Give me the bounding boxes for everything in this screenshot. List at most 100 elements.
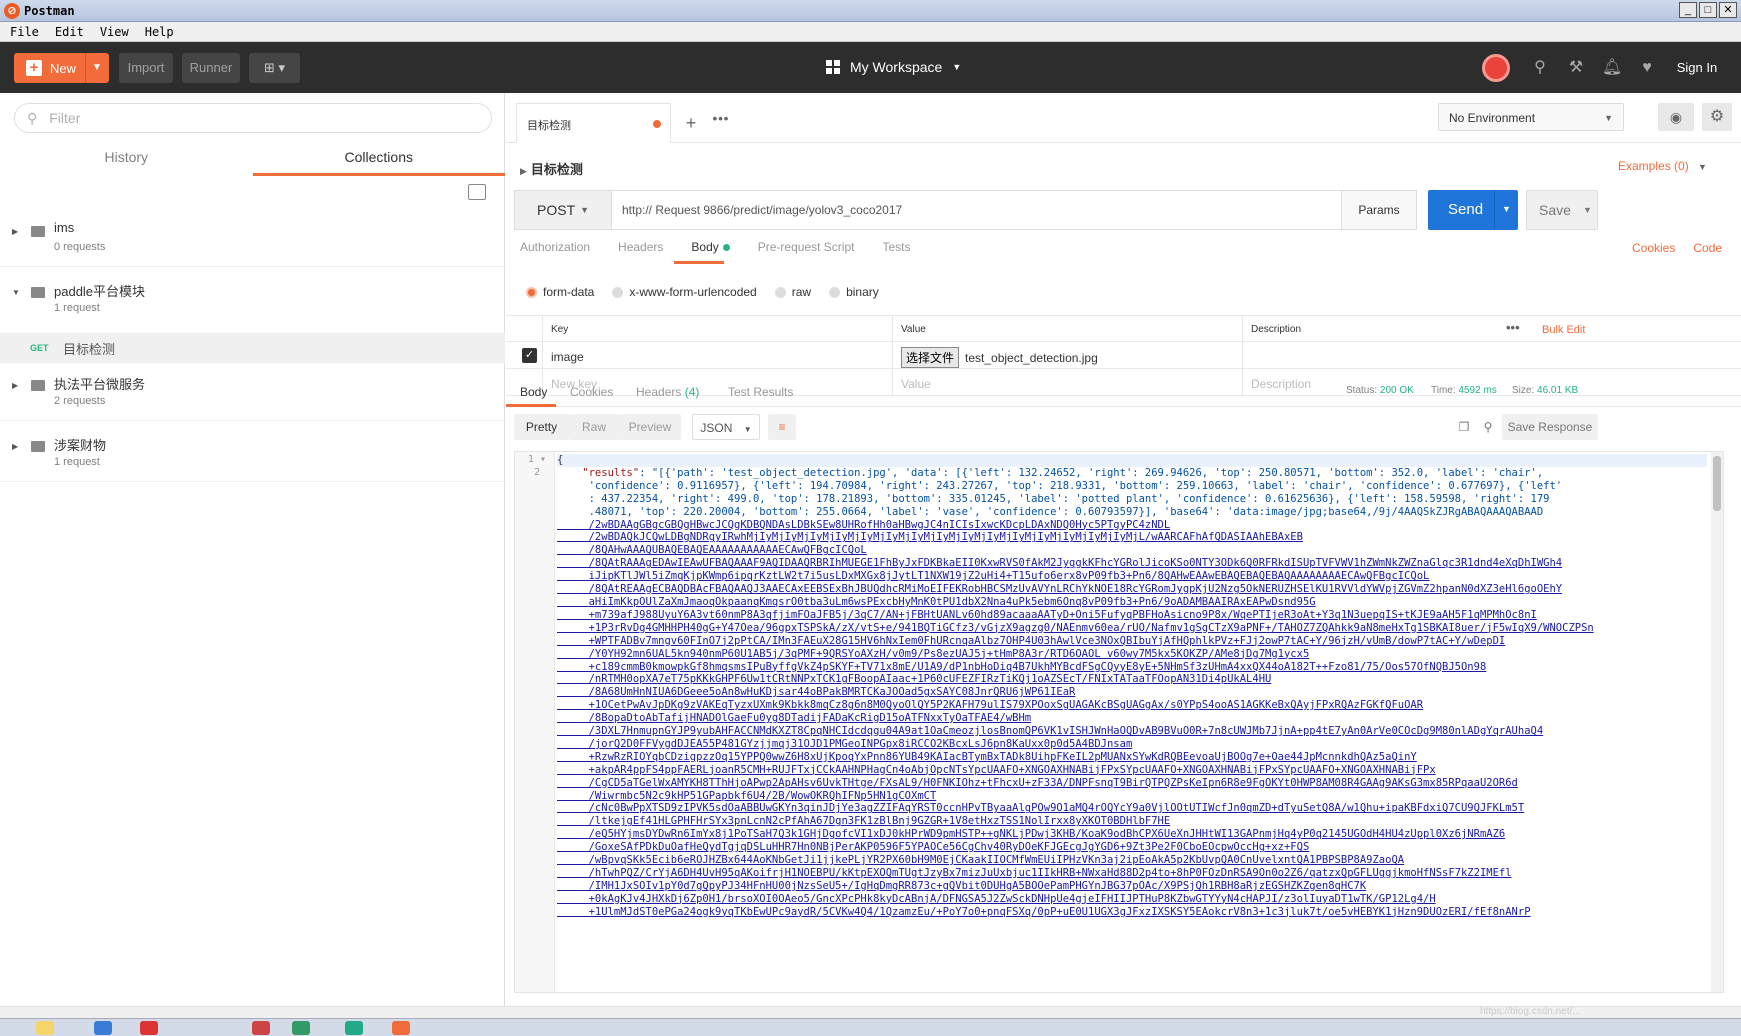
tab-test-results[interactable]: Test Results [728, 385, 793, 399]
more-options-icon[interactable]: ••• [1506, 320, 1520, 335]
chevron-down-icon[interactable]: ▼ [1583, 205, 1592, 215]
new-collection-icon[interactable] [468, 184, 486, 200]
response-json-viewer[interactable]: 1 ▾ 2 { "results": "[{'path': 'test_obje… [514, 451, 1724, 993]
headers-count: (4) [684, 385, 700, 399]
satellite-icon[interactable]: ⚲ [1529, 57, 1551, 79]
bulk-edit-link[interactable]: Bulk Edit [1542, 324, 1585, 336]
app-taskbar-icon[interactable] [292, 1021, 310, 1035]
tab-collections[interactable]: Collections [252, 138, 505, 176]
radio-raw[interactable]: raw [774, 285, 811, 299]
tab-pre-request-script[interactable]: Pre-request Script [758, 240, 855, 254]
radio-form-data[interactable]: form-data [526, 285, 594, 299]
menu-file[interactable]: File [10, 25, 39, 39]
response-code: { "results": "[{'path': 'test_object_det… [557, 454, 1707, 919]
search-icon[interactable]: ⚲ [1478, 414, 1498, 440]
sync-status-icon[interactable] [1482, 54, 1510, 82]
save-response-button[interactable]: Save Response [1502, 414, 1598, 440]
tab-headers[interactable]: Headers [618, 240, 663, 254]
tab-authorization[interactable]: Authorization [520, 240, 590, 254]
copy-icon[interactable]: ❐ [1454, 414, 1474, 440]
cookies-link[interactable]: Cookies [1632, 241, 1675, 255]
wrench-icon[interactable]: ⚒ [1565, 57, 1587, 79]
wrap-lines-icon[interactable]: ≡ [768, 414, 796, 440]
tab-history[interactable]: History [0, 138, 253, 176]
tab-response-body[interactable]: Body [520, 385, 547, 399]
tab-body[interactable]: Body [691, 240, 730, 254]
collection-item[interactable]: ▶ ims 0 requests [0, 209, 505, 267]
tab-response-cookies[interactable]: Cookies [570, 385, 613, 399]
request-title[interactable]: ▶ 目标检测 [520, 159, 583, 178]
format-select[interactable]: JSON ▼ [692, 414, 760, 440]
import-button[interactable]: Import [119, 53, 173, 83]
code-line: iJipKTlJWl5iZmqKjpKWmp6ipqrKztLW2t7i5usL… [557, 570, 1430, 583]
environment-quick-look-button[interactable]: ◉ [1658, 103, 1694, 131]
runner-button[interactable]: Runner [182, 53, 240, 83]
radio-urlencoded[interactable]: x-www-form-urlencoded [612, 285, 757, 299]
filter-input[interactable]: ⚲ Filter [14, 103, 492, 133]
menu-edit[interactable]: Edit [55, 25, 84, 39]
workspace-name: My Workspace [850, 59, 943, 75]
tab-response-headers[interactable]: Headers (4) [636, 385, 699, 399]
url-input[interactable]: http:// Request 9866/predict/image/yolov… [612, 190, 1342, 230]
param-key[interactable]: image [542, 342, 892, 369]
tab-tests[interactable]: Tests [882, 240, 910, 254]
vertical-scrollbar[interactable] [1711, 452, 1723, 992]
preview-button[interactable]: Preview [619, 414, 681, 440]
expand-arrow-icon[interactable]: ▶ [12, 442, 18, 451]
caret-down-icon[interactable]: ▼ [92, 62, 102, 73]
param-description[interactable] [1242, 342, 1741, 369]
expand-arrow-icon[interactable]: ▶ [12, 381, 18, 390]
workspace-selector[interactable]: My Workspace ▼ [826, 59, 961, 75]
scrollbar-thumb[interactable] [1713, 456, 1721, 511]
environment-settings-button[interactable]: ⚙ [1702, 103, 1732, 131]
column-value: Value [892, 316, 1242, 343]
sign-in-button[interactable]: Sign In [1653, 53, 1741, 83]
tab-body-label: Body [691, 240, 719, 254]
bell-icon[interactable]: 🔔︎ [1601, 57, 1623, 79]
collapse-arrow-icon[interactable]: ▼ [12, 288, 20, 297]
minimize-button[interactable]: _ [1679, 2, 1697, 18]
checkbox-icon[interactable]: ✓ [522, 348, 537, 363]
params-button[interactable]: Params [1342, 190, 1417, 230]
size-value: 46.01 KB [1537, 385, 1579, 396]
code-link[interactable]: Code [1693, 241, 1722, 255]
folder-icon [31, 287, 45, 298]
examples-dropdown[interactable]: Examples (0) ▼ [1618, 159, 1707, 173]
app-taskbar-icon[interactable] [252, 1021, 270, 1035]
menu-view[interactable]: View [100, 25, 129, 39]
menu-bar: File Edit View Help [0, 22, 1741, 42]
maximize-button[interactable]: □ [1699, 2, 1717, 18]
collection-item[interactable]: ▶ 执法平台微服务 2 requests [0, 363, 505, 421]
radio-binary[interactable]: binary [829, 285, 879, 299]
pretty-button[interactable]: Pretty [514, 414, 569, 440]
browser-taskbar-icon[interactable] [140, 1021, 158, 1035]
choose-file-button[interactable]: 选择文件 [901, 347, 960, 368]
send-button[interactable]: Send ▼ [1428, 190, 1518, 230]
request-item[interactable]: GET 目标检测 [0, 333, 505, 363]
add-tab-button[interactable]: + [681, 113, 701, 133]
chevron-down-icon[interactable]: ▼ [1502, 204, 1511, 214]
menu-help[interactable]: Help [145, 25, 174, 39]
app-taskbar-icon[interactable] [94, 1021, 112, 1035]
request-tab[interactable]: 目标检测 [516, 103, 671, 143]
editor-taskbar-icon[interactable] [345, 1021, 363, 1035]
more-tabs-button[interactable]: ••• [706, 111, 736, 131]
time-info: Time: 4592 ms [1431, 385, 1497, 396]
filter-placeholder: Filter [49, 110, 81, 126]
raw-button[interactable]: Raw [569, 414, 619, 440]
method-select[interactable]: POST ▼ [514, 190, 612, 230]
chevron-down-icon: ▼ [1604, 113, 1613, 123]
new-window-button[interactable]: ⊞ ▾ [249, 53, 300, 83]
collection-item[interactable]: ▶ 涉案财物 1 request [0, 424, 505, 482]
code-line: /2wBDAAgGBgcGBQgHBwcJCQgKDBQNDAsLDBkSEw8… [557, 518, 1171, 531]
save-button[interactable]: Save ▼ [1526, 190, 1598, 230]
postman-taskbar-icon[interactable] [392, 1021, 410, 1035]
collection-item[interactable]: ▼ paddle平台模块 1 request [0, 270, 505, 332]
param-value[interactable]: 选择文件 test_object_detection.jpg [892, 342, 1242, 369]
new-button[interactable]: + New ▼ [14, 53, 109, 83]
close-button[interactable]: ✕ [1719, 2, 1737, 18]
caret-right-icon: ▶ [520, 166, 527, 176]
folder-taskbar-icon[interactable] [36, 1021, 54, 1035]
expand-arrow-icon[interactable]: ▶ [12, 227, 18, 236]
environment-select[interactable]: No Environment ▼ [1438, 103, 1624, 131]
